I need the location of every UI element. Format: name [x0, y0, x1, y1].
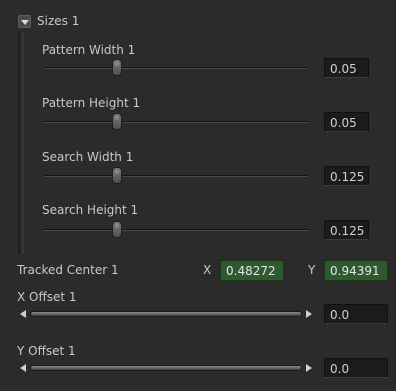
x-offset-input[interactable]: 0.0: [324, 304, 388, 324]
pattern-height-label: Pattern Height 1: [42, 96, 141, 110]
x-offset-left-arrow-icon[interactable]: [20, 310, 26, 318]
y-offset-jog-bar[interactable]: [30, 365, 302, 371]
tracked-center-label: Tracked Center 1: [17, 263, 119, 277]
y-offset-left-arrow-icon[interactable]: [20, 364, 26, 372]
search-height-label: Search Height 1: [42, 203, 139, 217]
search-width-track[interactable]: [44, 175, 308, 177]
x-offset-jog-bar[interactable]: [30, 311, 302, 317]
pattern-width-track[interactable]: [44, 67, 308, 69]
search-width-input[interactable]: 0.125: [324, 166, 369, 186]
collapse-triangle-icon[interactable]: [18, 14, 31, 28]
inspector-panel: Sizes 1 Pattern Width 1 0.05 Pattern Hei…: [0, 0, 396, 391]
tracked-center-x-input[interactable]: 0.48272: [220, 260, 284, 281]
pattern-width-input[interactable]: 0.05: [324, 58, 369, 78]
sizes-group-header[interactable]: Sizes 1: [18, 12, 79, 30]
pattern-height-track[interactable]: [44, 121, 308, 123]
search-height-thumb[interactable]: [112, 221, 122, 238]
tracked-center-x-label: X: [203, 263, 212, 277]
group-title: Sizes 1: [37, 14, 80, 28]
search-width-thumb[interactable]: [112, 167, 122, 184]
x-offset-right-arrow-icon[interactable]: [306, 310, 312, 318]
pattern-width-thumb[interactable]: [112, 59, 122, 76]
pattern-width-label: Pattern Width 1: [42, 43, 136, 57]
y-offset-input[interactable]: 0.0: [324, 358, 388, 378]
x-offset-label: X Offset 1: [17, 290, 77, 304]
y-offset-label: Y Offset 1: [17, 344, 76, 358]
search-height-track[interactable]: [44, 229, 308, 231]
tracked-center-y-label: Y: [308, 263, 316, 277]
tracked-center-y-input[interactable]: 0.94391: [324, 260, 388, 281]
search-width-label: Search Width 1: [42, 150, 134, 164]
y-offset-right-arrow-icon[interactable]: [306, 364, 312, 372]
search-height-input[interactable]: 0.125: [324, 220, 369, 240]
pattern-height-thumb[interactable]: [112, 113, 122, 130]
pattern-height-input[interactable]: 0.05: [324, 112, 369, 132]
